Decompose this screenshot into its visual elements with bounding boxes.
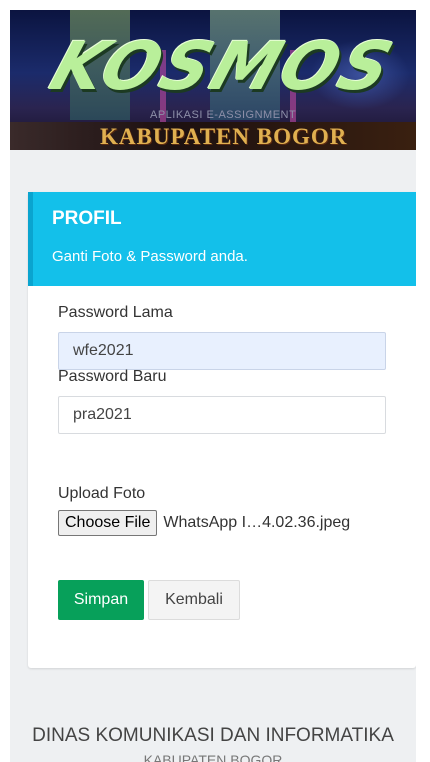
- header-banner: KOSMOS APLIKASI E-ASSIGNMENT KABUPATEN B…: [10, 10, 416, 150]
- upload-label: Upload Foto: [58, 485, 146, 502]
- profile-header: PROFIL Ganti Foto & Password anda.: [28, 192, 416, 286]
- new-password-label: Password Baru: [58, 368, 167, 385]
- old-password-field[interactable]: [58, 332, 386, 370]
- selected-file-name: WhatsApp I…4.02.36.jpeg: [163, 514, 351, 531]
- profile-card: PROFIL Ganti Foto & Password anda. Passw…: [28, 192, 416, 668]
- choose-file-button[interactable]: Choose File: [58, 510, 158, 536]
- app-logo: KOSMOS: [41, 28, 405, 105]
- banner-region: KABUPATEN BOGOR: [100, 124, 348, 149]
- footer-org: DINAS KOMUNIKASI DAN INFORMATIKA: [32, 725, 394, 746]
- file-upload: Choose File WhatsApp I…4.02.36.jpeg: [58, 510, 350, 536]
- app-subtitle: APLIKASI E-ASSIGNMENT: [150, 109, 297, 121]
- page-subtitle: Ganti Foto & Password anda.: [52, 248, 248, 265]
- save-button[interactable]: Simpan: [58, 580, 144, 620]
- footer-region: KABUPATEN BOGOR: [143, 752, 283, 762]
- page-title: PROFIL: [52, 208, 122, 229]
- old-password-label: Password Lama: [58, 304, 173, 321]
- new-password-field[interactable]: [58, 396, 386, 434]
- page: KOSMOS APLIKASI E-ASSIGNMENT KABUPATEN B…: [10, 10, 416, 762]
- back-button[interactable]: Kembali: [148, 580, 240, 620]
